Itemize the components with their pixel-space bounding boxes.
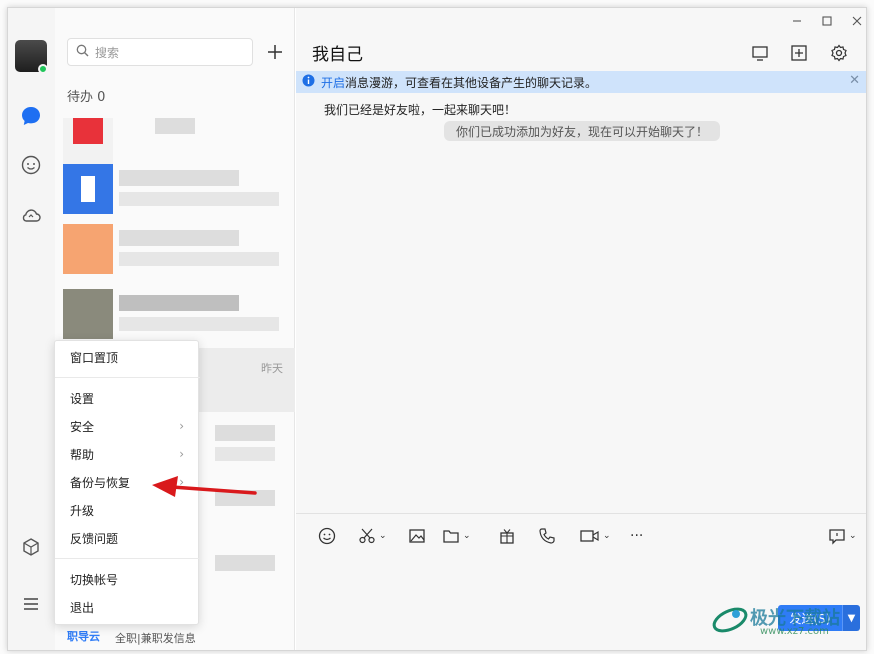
close-icon[interactable] — [846, 12, 866, 30]
page-title: 我自己 — [312, 45, 363, 65]
menu-item-security[interactable]: 安全 › — [55, 413, 200, 439]
emoji-icon[interactable] — [318, 526, 336, 546]
menu-item-label: 退出 — [70, 600, 95, 615]
online-status-dot — [38, 64, 48, 74]
message-icon[interactable] — [20, 105, 42, 127]
chevron-right-icon: › — [179, 447, 184, 461]
gear-icon[interactable] — [828, 42, 850, 64]
add-member-icon[interactable] — [788, 42, 810, 64]
search-placeholder: 搜索 — [95, 45, 120, 60]
main-menu: 窗口置顶 设置 安全 › 帮助 › 备份与恢复 › 升级 反馈问题 切换帐号 退出 — [54, 340, 200, 625]
folder-icon[interactable]: ⌄ — [442, 526, 471, 546]
menu-item-label: 备份与恢复 — [70, 475, 131, 490]
menu-item-exit[interactable]: 退出 — [55, 594, 200, 620]
send-options-chevron-icon[interactable]: ▼ — [842, 605, 860, 631]
list-item[interactable] — [55, 158, 295, 222]
add-button[interactable] — [261, 38, 289, 66]
contacts-icon[interactable] — [20, 154, 42, 176]
close-notice-icon[interactable]: ✕ — [849, 73, 860, 88]
todo-label: 待办 0 — [67, 90, 106, 104]
system-message: 你们已成功添加为好友，现在可以开始聊天了！ — [444, 121, 721, 141]
minimize-icon[interactable] — [786, 12, 808, 30]
cloud-icon[interactable] — [20, 204, 42, 226]
friend-message: 我们已经是好友啦，一起来聊天吧！ — [324, 103, 517, 117]
menu-item-label: 安全 — [70, 419, 95, 434]
watermark-url: www.xz7.com — [760, 626, 829, 637]
cube-icon[interactable] — [20, 536, 42, 558]
brand-label: 职导云 — [67, 630, 100, 643]
screen-share-icon[interactable] — [749, 42, 771, 64]
todo-row[interactable]: 待办 0 — [67, 86, 277, 104]
enable-roaming-link[interactable]: 开启 — [321, 76, 345, 90]
scissors-icon[interactable]: ⌄ — [358, 526, 387, 546]
menu-item-settings[interactable]: 设置 — [55, 385, 200, 411]
input-toolbar: ⌄ ⌄ ⌄ ··· ⌄ — [296, 513, 866, 553]
menu-item-help[interactable]: 帮助 › — [55, 441, 200, 467]
menu-divider — [55, 377, 200, 378]
notice-text: 消息漫游，可查看在其他设备产生的聊天记录。 — [345, 75, 598, 90]
watermark-logo — [710, 600, 750, 643]
nav-rail — [8, 8, 55, 650]
image-icon[interactable] — [408, 526, 426, 546]
info-icon — [302, 74, 315, 90]
chat-pane: 我自己 开启消息漫游，可查看在其他设备产生的聊天记录。 ✕ 我们已经是好友啦，一… — [296, 8, 866, 650]
menu-item-upgrade[interactable]: 升级 — [55, 497, 200, 523]
menu-divider — [55, 558, 200, 559]
list-item[interactable] — [55, 283, 295, 347]
roaming-notice: 开启消息漫游，可查看在其他设备产生的聊天记录。 ✕ — [296, 71, 866, 93]
menu-item-label: 设置 — [70, 391, 95, 406]
phone-icon[interactable] — [538, 526, 556, 546]
gift-icon[interactable] — [498, 526, 516, 546]
menu-item-pin-window[interactable]: 窗口置顶 — [55, 344, 200, 370]
menu-item-feedback[interactable]: 反馈问题 — [55, 525, 200, 551]
menu-icon[interactable] — [20, 593, 42, 615]
list-item[interactable] — [55, 218, 295, 282]
menu-item-label: 窗口置顶 — [70, 350, 119, 365]
maximize-icon[interactable] — [816, 12, 838, 30]
time-label: 昨天 — [261, 362, 283, 375]
menu-item-backup-restore[interactable]: 备份与恢复 › — [55, 469, 200, 495]
chevron-right-icon: › — [179, 419, 184, 433]
video-call-icon[interactable]: ⌄ — [580, 526, 611, 546]
chevron-right-icon: › — [179, 475, 184, 489]
preview-text: 全职|兼职发信息 — [115, 632, 196, 645]
menu-item-label: 切换帐号 — [70, 572, 119, 587]
menu-item-label: 升级 — [70, 503, 95, 518]
menu-item-label: 反馈问题 — [70, 531, 119, 546]
menu-item-switch-account[interactable]: 切换帐号 — [55, 566, 200, 592]
search-icon — [76, 44, 89, 60]
message-history-icon[interactable]: ⌄ — [828, 526, 857, 546]
search-input[interactable]: 搜索 — [67, 38, 253, 66]
more-icon[interactable]: ··· — [630, 526, 643, 546]
menu-item-label: 帮助 — [70, 447, 95, 462]
